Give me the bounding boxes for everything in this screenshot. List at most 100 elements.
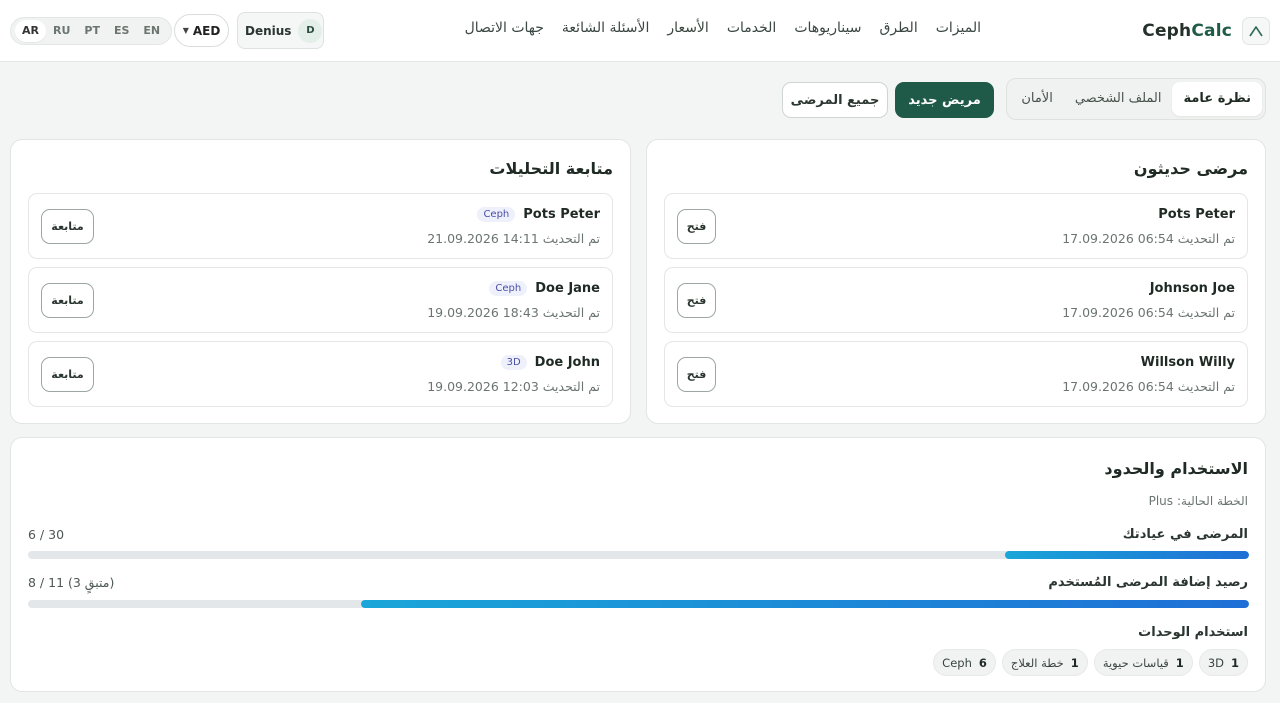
updated-date: 17.09.2026 06:54: [1062, 379, 1174, 394]
lang-pt[interactable]: PT: [77, 20, 107, 42]
recent-patients-title: مرضى حديثون: [1133, 159, 1248, 178]
patient-name-line: Johnson Joe: [1150, 281, 1235, 296]
module-usage-chips: 1 3D 1 قياسات حيوية 1 خطة العلاج 6 Ceph: [933, 649, 1248, 676]
currency-select[interactable]: ▼ AED: [174, 14, 229, 47]
lang-ar[interactable]: AR: [15, 20, 46, 42]
module-chip-3d: 1 3D: [1198, 649, 1248, 676]
analysis-type-badge: Ceph: [489, 281, 528, 296]
module-name: خطة العلاج: [1010, 655, 1064, 670]
patient-name-line: Pots Peter Ceph: [477, 207, 600, 222]
patient-name: Doe Jane: [535, 281, 600, 296]
nav-services[interactable]: الخدمات: [718, 20, 786, 36]
brand-suffix: Calc: [1191, 21, 1232, 41]
module-count: 1: [1070, 655, 1079, 670]
lang-ru[interactable]: RU: [46, 20, 77, 42]
patient-name: Johnson Joe: [1149, 281, 1235, 296]
nav-contacts[interactable]: جهات الاتصال: [456, 20, 553, 36]
tab-profile[interactable]: الملف الشخصي: [1064, 82, 1173, 116]
patient-name: Doe John: [534, 355, 600, 370]
updated-date: 19.09.2026 18:43: [427, 305, 539, 320]
updated-label: تم التحديث: [542, 305, 600, 320]
updated-line: تم التحديث 21.09.2026 14:11: [427, 231, 600, 246]
open-button[interactable]: فتح: [677, 209, 716, 244]
module-count: 6: [978, 655, 987, 670]
avatar: D: [298, 18, 323, 43]
user-name: Denius: [245, 23, 292, 38]
updated-label: تم التحديث: [1177, 231, 1235, 246]
caret-down-icon: ▼: [182, 26, 189, 35]
progress-fill: [361, 600, 1249, 608]
list-item: Doe Jane Ceph تم التحديث 19.09.2026 18:4…: [28, 267, 613, 333]
updated-date: 19.09.2026 12:03: [427, 379, 539, 394]
lang-es[interactable]: ES: [107, 20, 136, 42]
brand[interactable]: CephCalc: [1142, 14, 1270, 48]
current-plan: الخطة الحالية: Plus: [1149, 494, 1248, 508]
updated-line: تم التحديث 17.09.2026 06:54: [1062, 231, 1235, 246]
analysis-followup-card: متابعة التحليلات Pots Peter Ceph تم التح…: [10, 139, 631, 424]
clinic-patients-value: 6 / 30: [28, 527, 65, 542]
follow-up-button[interactable]: متابعة: [41, 209, 94, 244]
module-count: 1: [1175, 655, 1184, 670]
plan-value: Plus: [1148, 494, 1174, 508]
updated-label: تم التحديث: [1177, 379, 1235, 394]
clinic-patients-progress: [28, 551, 1249, 559]
patient-name-line: Pots Peter: [1158, 207, 1235, 222]
module-name: قياسات حيوية: [1102, 655, 1169, 670]
module-chip-biometrics: 1 قياسات حيوية: [1093, 649, 1193, 676]
follow-up-button[interactable]: متابعة: [41, 357, 94, 392]
tab-security[interactable]: الأمان: [1010, 82, 1064, 116]
module-chip-ceph: 6 Ceph: [933, 649, 996, 676]
all-patients-button[interactable]: جميع المرضى: [782, 82, 888, 118]
user-menu[interactable]: Denius D: [237, 12, 324, 49]
list-item: Doe John 3D تم التحديث 19.09.2026 12:03 …: [28, 341, 613, 407]
progress-fill: [1004, 551, 1249, 559]
nav-features[interactable]: الميزات: [927, 20, 990, 36]
patient-credits-value: 8 / 11 (متبقٍ 3): [28, 575, 115, 590]
brand-prefix: Ceph: [1142, 21, 1192, 41]
updated-date: 17.09.2026 06:54: [1062, 231, 1174, 246]
updated-line: تم التحديث 19.09.2026 18:43: [427, 305, 600, 320]
patient-name: Pots Peter: [1158, 207, 1235, 222]
nav-scenarios[interactable]: سيناريوهات: [785, 20, 870, 36]
updated-label: تم التحديث: [542, 379, 600, 394]
open-button[interactable]: فتح: [677, 283, 716, 318]
account-tabs: نظرة عامة الملف الشخصي الأمان: [1006, 78, 1266, 120]
module-usage-label: استخدام الوحدات: [1138, 625, 1248, 640]
list-item: Pots Peter تم التحديث 17.09.2026 06:54 ف…: [664, 193, 1248, 259]
updated-date: 17.09.2026 06:54: [1062, 305, 1174, 320]
plan-label: الخطة الحالية:: [1177, 494, 1248, 508]
top-bar: CephCalc الميزات الطرق سيناريوهات الخدما…: [0, 0, 1280, 62]
patient-name-line: Willson Willy: [1141, 355, 1235, 370]
patient-name-line: Doe John 3D: [500, 355, 600, 370]
list-item: Pots Peter Ceph تم التحديث 21.09.2026 14…: [28, 193, 613, 259]
nav-methods[interactable]: الطرق: [870, 20, 926, 36]
brand-name: CephCalc: [1142, 21, 1232, 41]
patient-name: Willson Willy: [1140, 355, 1235, 370]
updated-line: تم التحديث 17.09.2026 06:54: [1062, 379, 1235, 394]
follow-up-button[interactable]: متابعة: [41, 283, 94, 318]
nav-faq[interactable]: الأسئلة الشائعة: [553, 20, 659, 36]
analysis-type-badge: Ceph: [477, 207, 516, 222]
module-count: 1: [1230, 655, 1239, 670]
patient-name: Pots Peter: [523, 207, 600, 222]
updated-label: تم التحديث: [542, 231, 600, 246]
patient-credits-progress: [28, 600, 1249, 608]
nav-pricing[interactable]: الأسعار: [658, 20, 717, 36]
updated-label: تم التحديث: [1177, 305, 1235, 320]
patient-credits-label: رصيد إضافة المرضى المُستخدم: [1048, 575, 1248, 590]
module-name: Ceph: [942, 655, 972, 670]
currency-value: AED: [192, 23, 221, 38]
open-button[interactable]: فتح: [677, 357, 716, 392]
updated-line: تم التحديث 19.09.2026 12:03: [427, 379, 600, 394]
tab-overview[interactable]: نظرة عامة: [1172, 82, 1262, 116]
clinic-patients-label: المرضى في عيادتك: [1122, 527, 1248, 542]
module-name: 3D: [1207, 655, 1224, 670]
usage-limits-card: الاستخدام والحدود الخطة الحالية: Plus ال…: [10, 437, 1266, 692]
analysis-type-badge: 3D: [500, 355, 527, 370]
new-patient-button[interactable]: مريض جديد: [895, 82, 994, 118]
logo-icon: [1242, 17, 1270, 45]
list-item: Johnson Joe تم التحديث 17.09.2026 06:54 …: [664, 267, 1248, 333]
lang-en[interactable]: EN: [136, 20, 167, 42]
recent-patients-card: مرضى حديثون Pots Peter تم التحديث 17.09.…: [646, 139, 1266, 424]
language-switcher: AR RU PT ES EN: [10, 17, 173, 45]
